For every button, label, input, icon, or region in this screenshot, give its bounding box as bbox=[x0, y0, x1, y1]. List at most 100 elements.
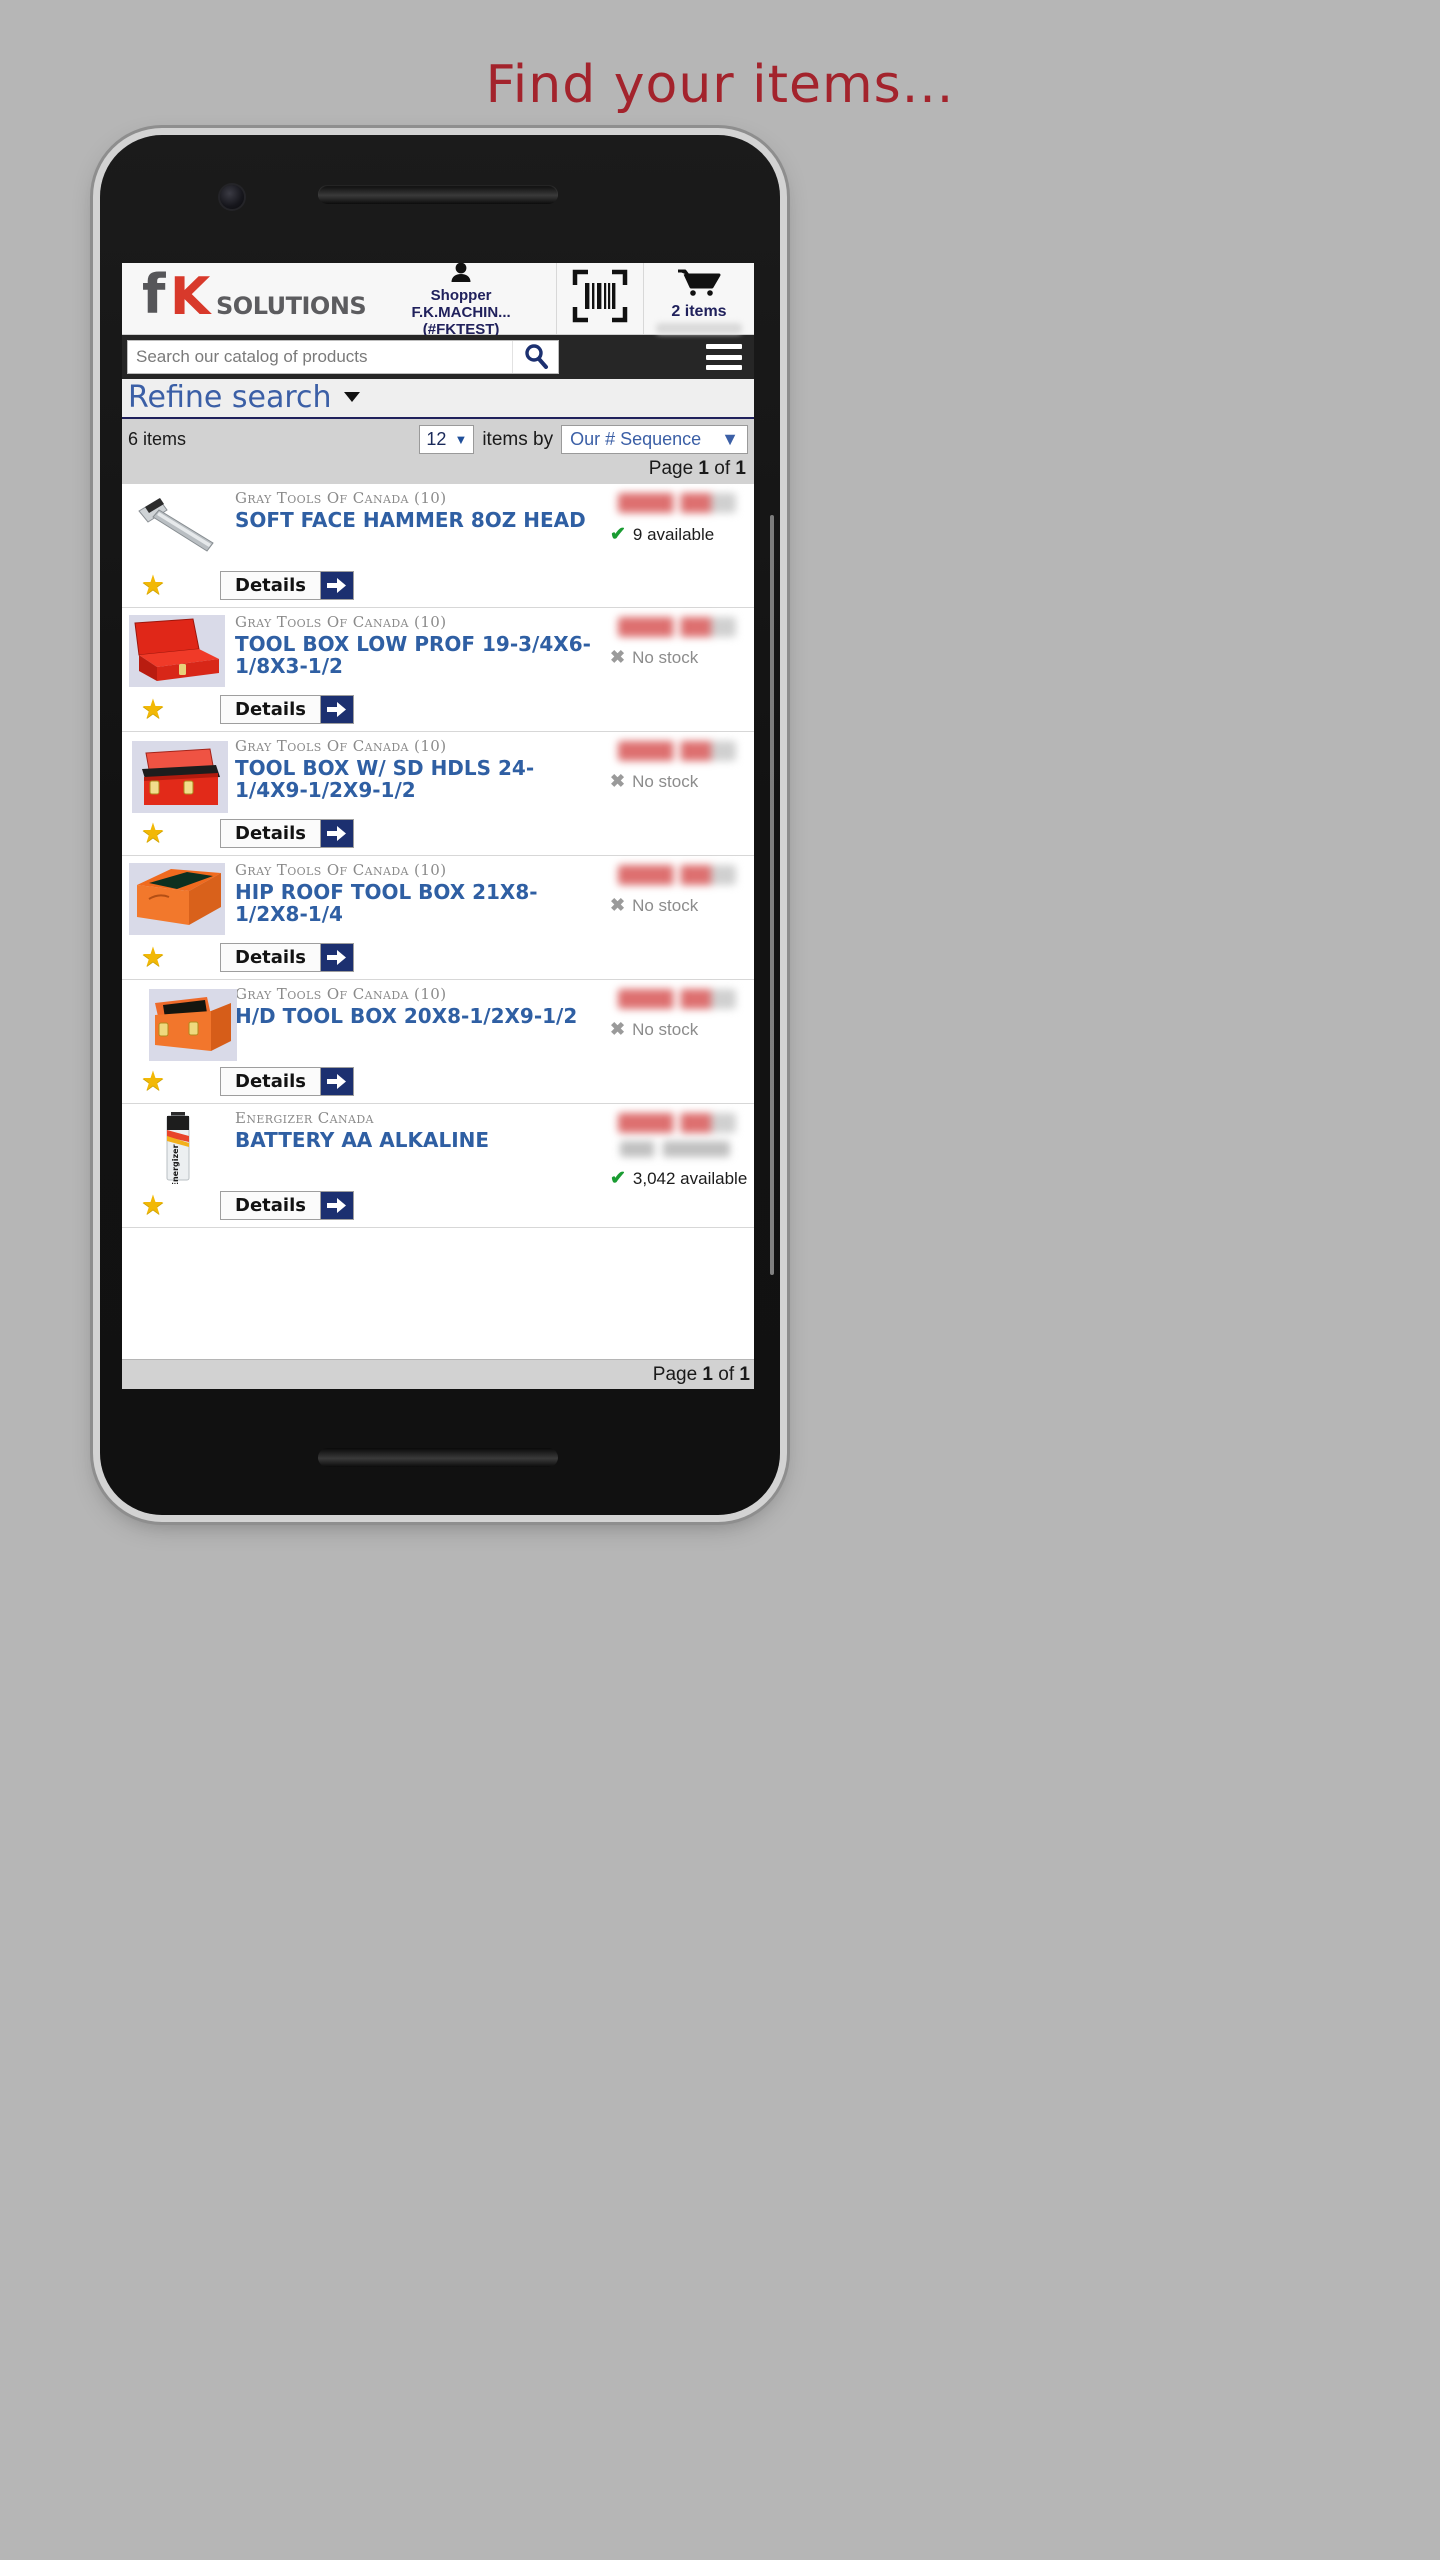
search-field-wrapper bbox=[127, 340, 559, 374]
items-by-label: items by bbox=[482, 428, 554, 450]
page-middle: of bbox=[714, 458, 731, 479]
arrow-right-icon bbox=[319, 1192, 353, 1219]
star-icon[interactable]: ★ bbox=[122, 1066, 184, 1097]
check-icon: ✔ bbox=[610, 1168, 626, 1189]
table-row[interactable]: Gray Tools Of Canada (10) TOOL BOX W/ SD… bbox=[122, 732, 754, 856]
table-row[interactable]: Energizer Energizer Canada BATTERY AA AL… bbox=[122, 1104, 754, 1228]
star-icon[interactable]: ★ bbox=[122, 942, 184, 973]
arrow-right-icon bbox=[319, 696, 353, 723]
details-label: Details bbox=[235, 575, 306, 596]
brand-logo[interactable]: f K SOLUTIONS bbox=[122, 263, 367, 334]
stock-status: ✖ No stock bbox=[610, 1019, 748, 1040]
stock-text: 9 available bbox=[632, 524, 715, 544]
star-icon[interactable]: ★ bbox=[122, 570, 184, 601]
earpiece-speaker bbox=[318, 185, 558, 204]
product-brand: Gray Tools Of Canada (10) bbox=[235, 489, 447, 507]
table-row[interactable]: Gray Tools Of Canada (10) TOOL BOX LOW P… bbox=[122, 608, 754, 732]
stock-text: No stock bbox=[632, 895, 699, 915]
pagination-bottom: Page 1 of 1 bbox=[122, 1359, 754, 1389]
table-row[interactable]: Gray Tools Of Canada (10) H/D TOOL BOX 2… bbox=[122, 980, 754, 1104]
x-icon: ✖ bbox=[610, 647, 626, 667]
search-input[interactable] bbox=[128, 347, 512, 367]
footer-page-middle: of bbox=[718, 1364, 735, 1385]
product-brand: Gray Tools Of Canada (10) bbox=[235, 737, 447, 755]
details-button[interactable]: Details bbox=[220, 1067, 354, 1096]
price-redacted bbox=[618, 1113, 736, 1133]
magnifying-glass-icon bbox=[523, 343, 549, 372]
shopper-label: Shopper bbox=[430, 286, 492, 304]
barcode-scan-icon bbox=[572, 269, 628, 328]
product-title[interactable]: HIP ROOF TOOL BOX 21X8-1/2X8-1/4 bbox=[235, 881, 606, 925]
cart-button[interactable]: 2 items bbox=[644, 263, 754, 334]
details-label: Details bbox=[235, 1195, 306, 1216]
barcode-scan-button[interactable] bbox=[556, 263, 644, 334]
details-button[interactable]: Details bbox=[220, 571, 354, 600]
arrow-right-icon bbox=[319, 944, 353, 971]
stock-text: No stock bbox=[632, 1019, 699, 1039]
logo-letter-f: f bbox=[142, 263, 166, 326]
product-list: Gray Tools Of Canada (10) SOFT FACE HAMM… bbox=[122, 484, 754, 1359]
chevron-down-icon bbox=[342, 387, 362, 410]
page-prefix: Page bbox=[648, 458, 694, 479]
price-redacted bbox=[618, 989, 736, 1009]
cart-item-count: 2 items bbox=[671, 303, 727, 320]
star-icon[interactable]: ★ bbox=[122, 1190, 184, 1221]
app-header: f K SOLUTIONS Shopper F.K.MACHIN... (#FK… bbox=[122, 263, 754, 338]
shopper-name: F.K.MACHIN... bbox=[411, 303, 511, 321]
details-button[interactable]: Details bbox=[220, 695, 354, 724]
svg-text:Energizer: Energizer bbox=[171, 1144, 180, 1184]
stock-status: ✔ 9 available bbox=[610, 523, 748, 546]
chevron-down-icon: ▼ bbox=[454, 432, 468, 447]
star-icon[interactable]: ★ bbox=[122, 694, 184, 725]
check-icon: ✔ bbox=[610, 524, 626, 545]
shopping-cart-icon bbox=[676, 269, 722, 301]
fk-logo-mark: f K bbox=[142, 263, 220, 326]
front-camera-icon bbox=[220, 185, 244, 209]
page-current: 1 bbox=[698, 458, 709, 479]
table-row[interactable]: Gray Tools Of Canada (10) HIP ROOF TOOL … bbox=[122, 856, 754, 980]
stock-text: No stock bbox=[632, 647, 699, 667]
stock-status: ✖ No stock bbox=[610, 647, 748, 668]
price-redacted bbox=[618, 741, 736, 761]
price-redacted bbox=[618, 617, 736, 637]
secondary-price-redacted bbox=[620, 1141, 730, 1157]
x-icon: ✖ bbox=[610, 1019, 626, 1039]
app-screen: f K SOLUTIONS Shopper F.K.MACHIN... (#FK… bbox=[122, 263, 754, 1389]
arrow-right-icon bbox=[319, 572, 353, 599]
star-icon[interactable]: ★ bbox=[122, 818, 184, 849]
stock-status: ✖ No stock bbox=[610, 895, 748, 916]
product-brand: Gray Tools Of Canada (10) bbox=[235, 985, 447, 1003]
product-title[interactable]: BATTERY AA ALKALINE bbox=[235, 1129, 606, 1151]
search-submit-button[interactable] bbox=[512, 341, 558, 373]
product-title[interactable]: TOOL BOX W/ SD HDLS 24-1/4X9-1/2X9-1/2 bbox=[235, 757, 606, 801]
hammer-thumbnail bbox=[127, 490, 227, 564]
details-button[interactable]: Details bbox=[220, 819, 354, 848]
cart-shadow-blur bbox=[656, 323, 742, 334]
pagination-top: Page 1 of 1 bbox=[128, 458, 748, 480]
arrow-right-icon bbox=[319, 820, 353, 847]
search-bar bbox=[122, 335, 754, 379]
x-icon: ✖ bbox=[610, 895, 626, 915]
details-button[interactable]: Details bbox=[220, 1191, 354, 1220]
details-button[interactable]: Details bbox=[220, 943, 354, 972]
product-brand: Gray Tools Of Canada (10) bbox=[235, 861, 447, 879]
stock-text: No stock bbox=[632, 771, 699, 791]
product-title[interactable]: H/D TOOL BOX 20X8-1/2X9-1/2 bbox=[235, 1005, 606, 1027]
product-title[interactable]: SOFT FACE HAMMER 8OZ HEAD bbox=[235, 509, 606, 531]
hamburger-menu-icon[interactable] bbox=[706, 344, 742, 370]
red-toolbox-thumbnail bbox=[132, 740, 228, 814]
product-brand: Energizer Canada bbox=[235, 1109, 374, 1127]
page-total: 1 bbox=[735, 458, 746, 479]
refine-search-toggle[interactable]: Refine search bbox=[122, 379, 754, 419]
sort-select[interactable]: Our # Sequence ▼ bbox=[561, 425, 748, 454]
shopper-info[interactable]: Shopper F.K.MACHIN... (#FKTEST) bbox=[366, 263, 556, 338]
logo-wordmark: SOLUTIONS bbox=[216, 292, 367, 320]
per-page-value: 12 bbox=[426, 429, 447, 449]
per-page-select[interactable]: 12 ▼ bbox=[419, 425, 475, 454]
phone-device-frame: f K SOLUTIONS Shopper F.K.MACHIN... (#FK… bbox=[100, 135, 780, 1515]
table-row[interactable]: Gray Tools Of Canada (10) SOFT FACE HAMM… bbox=[122, 484, 754, 608]
product-title[interactable]: TOOL BOX LOW PROF 19-3/4X6-1/8X3-1/2 bbox=[235, 633, 606, 677]
hip-roof-toolbox-thumbnail bbox=[127, 862, 227, 936]
page-title: Find your items... bbox=[485, 55, 955, 115]
x-icon: ✖ bbox=[610, 771, 626, 791]
